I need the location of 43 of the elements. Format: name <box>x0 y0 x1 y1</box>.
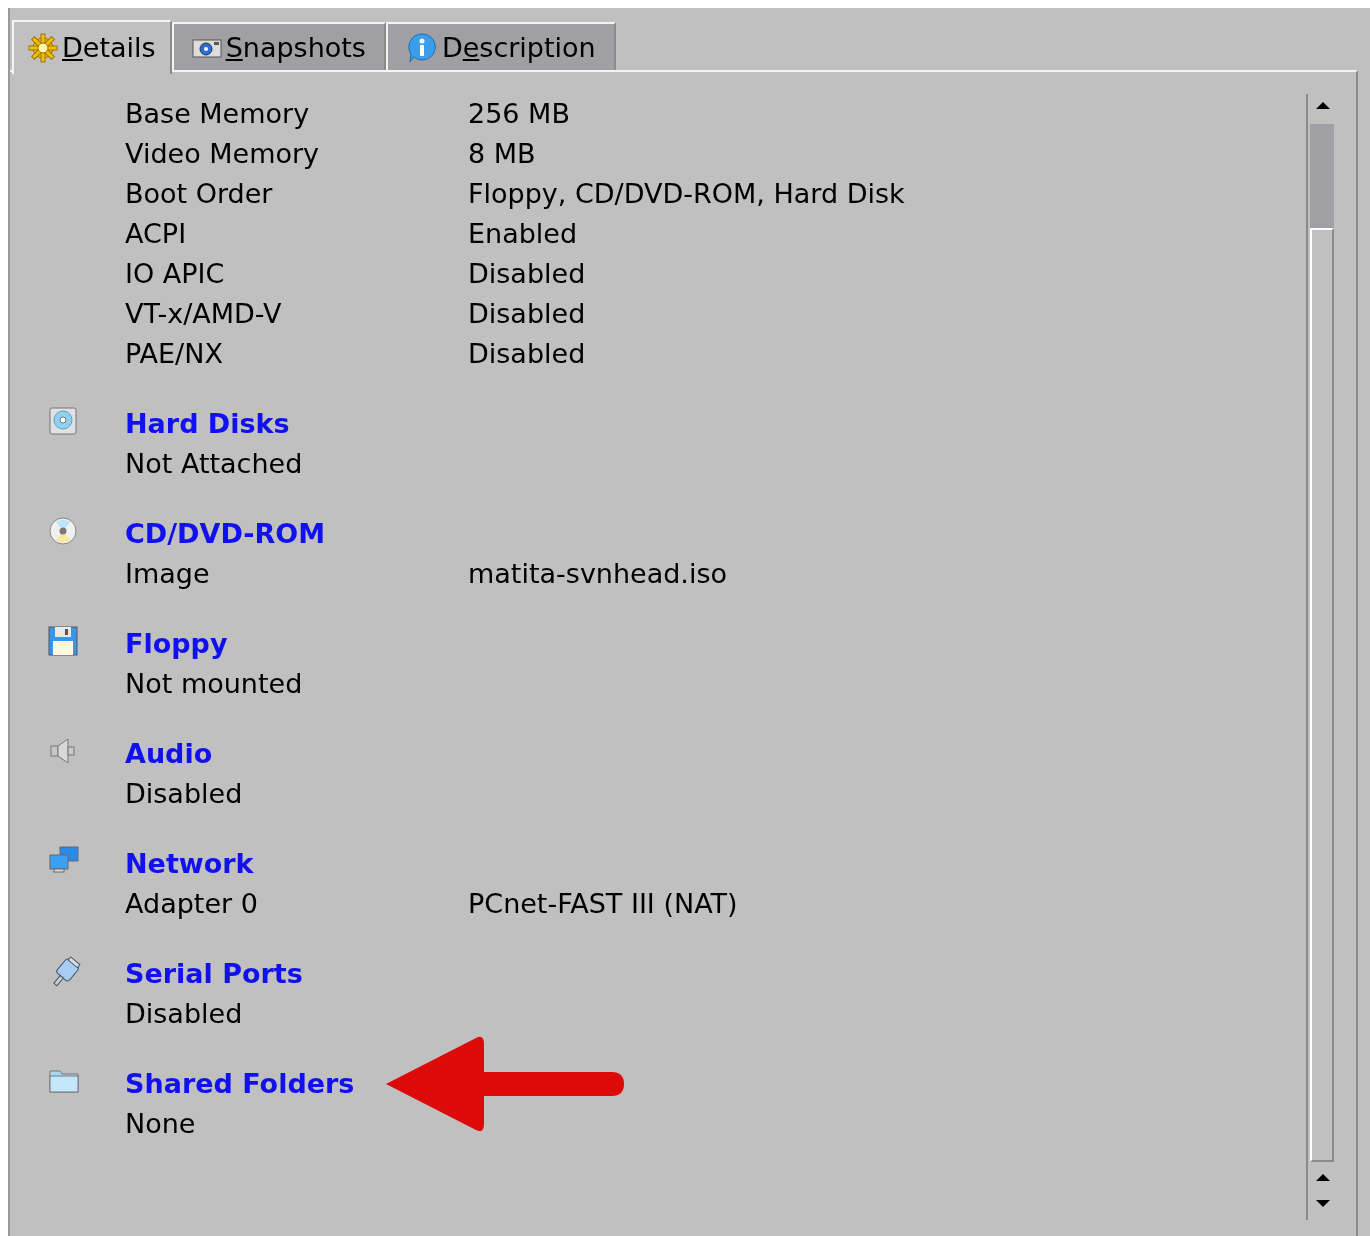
property-value: Disabled <box>468 256 586 291</box>
info-icon <box>405 32 438 64</box>
section-heading[interactable]: Network <box>125 844 254 884</box>
property-label: Base Memory <box>125 96 311 131</box>
property-value: Disabled <box>468 336 586 371</box>
speaker-icon <box>48 736 78 766</box>
property-value: Floppy, CD/DVD-ROM, Hard Disk <box>468 176 905 211</box>
property-value: 8 MB <box>468 136 536 171</box>
property-label: Disabled <box>125 996 244 1031</box>
property-value: 256 MB <box>468 96 570 131</box>
property-label: ACPI <box>125 216 188 251</box>
monitors-icon <box>48 846 80 874</box>
property-label: Disabled <box>125 776 244 811</box>
section-heading[interactable]: CD/DVD-ROM <box>125 514 326 554</box>
section-heading[interactable]: Shared Folders <box>125 1064 355 1104</box>
property-label: Boot Order <box>125 176 274 211</box>
camera-icon <box>191 37 222 59</box>
tab[interactable]: Snapshots <box>171 22 386 72</box>
property-label: PAE/NX <box>125 336 224 371</box>
scrollbar[interactable] <box>1306 94 1336 1220</box>
scroll-up-arrow[interactable] <box>1316 102 1330 109</box>
property-label: Adapter 0 <box>125 886 259 921</box>
section-heading[interactable]: Floppy <box>125 624 228 664</box>
property-value: Enabled <box>468 216 578 251</box>
property-label: None <box>125 1106 197 1141</box>
section-heading[interactable]: Audio <box>125 734 213 774</box>
property-label: VT-x/AMD-V <box>125 296 283 331</box>
tab[interactable]: Details <box>12 20 172 74</box>
property-label: Video Memory <box>125 136 321 171</box>
scroll-up-arrow[interactable] <box>1316 1174 1330 1181</box>
property-value: Disabled <box>468 296 586 331</box>
property-label: Not Attached <box>125 446 304 481</box>
disc-icon <box>48 516 78 546</box>
property-value: PCnet-FAST III (NAT) <box>468 886 738 921</box>
property-label: Not mounted <box>125 666 304 701</box>
tab[interactable]: Description <box>385 22 616 72</box>
property-value: matita-svnhead.iso <box>468 556 728 591</box>
section-heading[interactable]: Serial Ports <box>125 954 303 994</box>
scroll-thumb[interactable] <box>1310 124 1334 228</box>
property-label: IO APIC <box>125 256 226 291</box>
property-label: Image <box>125 556 211 591</box>
section-heading[interactable]: Hard Disks <box>125 404 290 444</box>
scroll-down-arrow[interactable] <box>1316 1200 1330 1207</box>
